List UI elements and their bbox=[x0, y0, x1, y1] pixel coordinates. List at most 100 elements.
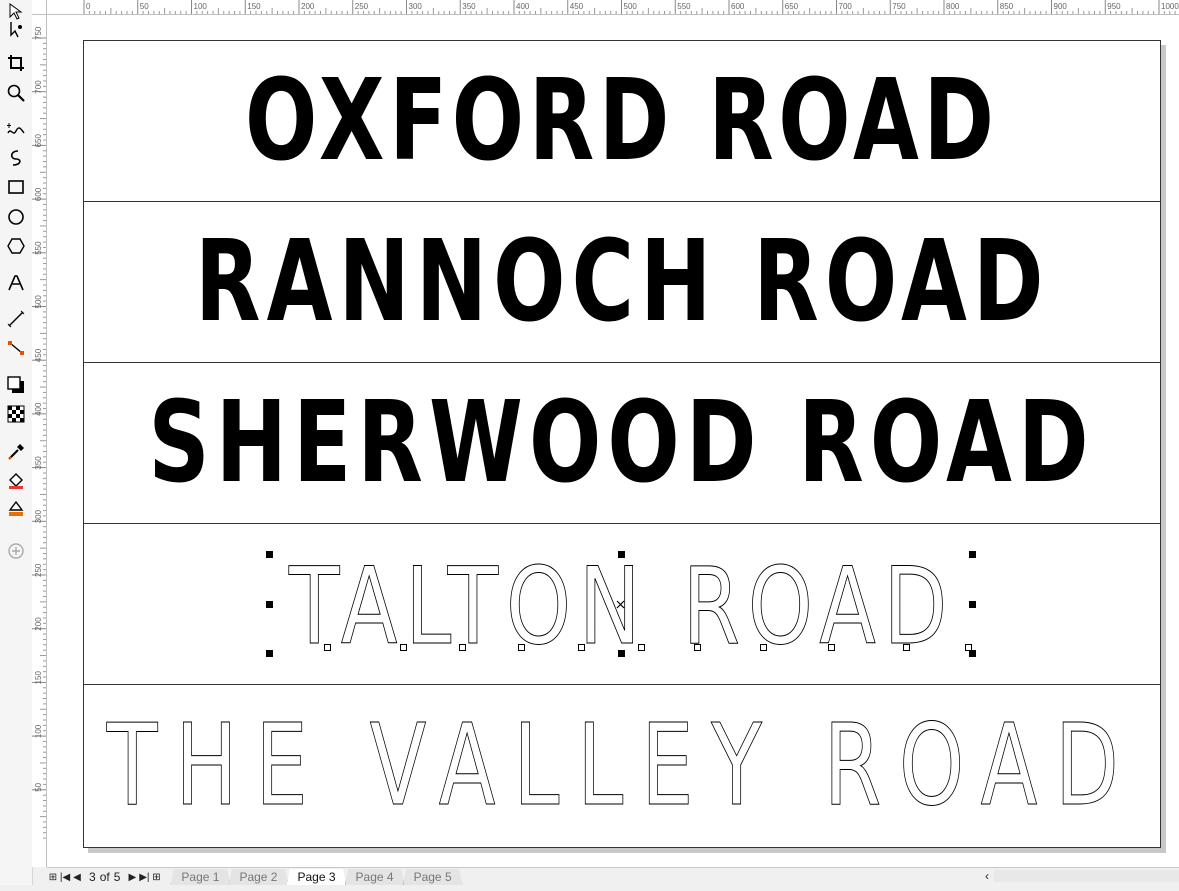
ruler-label: 50 bbox=[34, 782, 43, 791]
ruler-label: 350 bbox=[462, 2, 476, 11]
ruler-label: 300 bbox=[34, 509, 43, 523]
freehand-tool-icon[interactable] bbox=[5, 118, 27, 140]
toolbox bbox=[0, 0, 33, 891]
sign-band-1[interactable]: OXFORD ROAD bbox=[84, 41, 1160, 202]
selection-handle-top[interactable] bbox=[618, 551, 625, 558]
first-page-icon[interactable]: |◀ bbox=[59, 869, 71, 885]
ruler-label: 200 bbox=[34, 617, 43, 631]
glyph-node[interactable] bbox=[518, 644, 525, 651]
scroll-left-icon[interactable]: ‹ bbox=[980, 869, 994, 883]
rectangle-tool-icon[interactable] bbox=[5, 176, 27, 198]
ruler-label: 950 bbox=[1107, 2, 1121, 11]
sign-band-2[interactable]: RANNOCH ROAD bbox=[84, 202, 1160, 363]
tab-page-3[interactable]: Page 3 bbox=[286, 868, 347, 886]
ruler-label: 250 bbox=[355, 2, 369, 11]
page-counter: 3 of 5 bbox=[89, 870, 120, 884]
ruler-label: 400 bbox=[516, 2, 530, 11]
ruler-label: 400 bbox=[34, 402, 43, 416]
horizontal-ruler[interactable]: 0 50 100 150 200 250 300 350 400 450 500 550 600 650 7… bbox=[32, 0, 1179, 15]
crop-tool-icon[interactable] bbox=[5, 52, 27, 74]
sign-text[interactable]: THE VALLEY ROAD bbox=[107, 709, 1137, 822]
add-page-before-icon[interactable]: ⊞ bbox=[47, 869, 59, 885]
sign-text[interactable]: RANNOCH ROAD bbox=[195, 226, 1050, 338]
glyph-node[interactable] bbox=[324, 644, 331, 651]
dimension-tool-icon[interactable] bbox=[5, 308, 27, 330]
ruler-label: 750 bbox=[892, 2, 906, 11]
drop-shadow-icon[interactable] bbox=[5, 374, 27, 396]
horizontal-scrollbar[interactable] bbox=[994, 870, 1179, 882]
glyph-node[interactable] bbox=[638, 644, 645, 651]
document-page[interactable]: OXFORD ROAD RANNOCH ROAD SHERWOOD ROAD T… bbox=[83, 40, 1161, 848]
smart-fill-icon[interactable] bbox=[5, 497, 27, 519]
next-page-icon[interactable]: ▶ bbox=[126, 869, 138, 885]
last-page-icon[interactable]: ▶| bbox=[138, 869, 150, 885]
selection-handle-left[interactable] bbox=[266, 601, 273, 608]
connector-tool-icon[interactable] bbox=[5, 337, 27, 359]
current-page-number[interactable]: 3 bbox=[89, 870, 96, 884]
selection-handle-top-left[interactable] bbox=[266, 551, 273, 558]
artistic-media-icon[interactable] bbox=[5, 146, 27, 168]
ruler-label: 750 bbox=[34, 26, 43, 40]
add-page-after-icon[interactable]: ⊞ bbox=[150, 869, 162, 885]
ruler-label: 650 bbox=[785, 2, 799, 11]
sign-band-5[interactable]: THE VALLEY ROAD bbox=[84, 685, 1160, 846]
eyedropper-icon[interactable] bbox=[5, 441, 27, 463]
ruler-label: 500 bbox=[34, 295, 43, 309]
glyph-node[interactable] bbox=[965, 644, 972, 651]
ruler-label: 600 bbox=[34, 187, 43, 201]
zoom-tool-icon[interactable] bbox=[5, 82, 27, 104]
previous-page-icon[interactable]: ◀ bbox=[71, 869, 83, 885]
ruler-label: 650 bbox=[34, 134, 43, 148]
tab-page-5[interactable]: Page 5 bbox=[402, 868, 463, 886]
ruler-label: 250 bbox=[34, 563, 43, 577]
ruler-label: 550 bbox=[677, 2, 691, 11]
selection-handle-bottom-right[interactable] bbox=[969, 650, 976, 657]
transparency-icon[interactable] bbox=[5, 403, 27, 425]
ruler-label: 150 bbox=[34, 671, 43, 685]
sign-band-3[interactable]: SHERWOOD ROAD bbox=[84, 363, 1160, 524]
ruler-label: 450 bbox=[34, 348, 43, 362]
add-tool-icon[interactable] bbox=[5, 540, 27, 562]
selection-handle-right[interactable] bbox=[969, 601, 976, 608]
rotation-center-icon[interactable] bbox=[616, 600, 625, 609]
vertical-ruler[interactable]: 750 700 650 600 550 500 450 400 350 300 250 200 150 1… bbox=[32, 14, 47, 867]
ruler-origin[interactable] bbox=[32, 0, 47, 15]
selection-handle-bottom-left[interactable] bbox=[266, 650, 273, 657]
selection-handle-bottom[interactable] bbox=[618, 650, 625, 657]
tab-page-2[interactable]: Page 2 bbox=[228, 868, 289, 886]
ruler-label: 450 bbox=[570, 2, 584, 11]
ruler-label: 100 bbox=[194, 2, 208, 11]
ruler-label: 0 bbox=[86, 2, 91, 11]
ruler-label: 700 bbox=[839, 2, 853, 11]
ruler-label: 600 bbox=[731, 2, 745, 11]
glyph-node[interactable] bbox=[760, 644, 767, 651]
glyph-node[interactable] bbox=[459, 644, 466, 651]
text-tool-icon[interactable] bbox=[5, 272, 27, 294]
tab-page-1[interactable]: Page 1 bbox=[170, 868, 231, 886]
shape-tool-icon[interactable] bbox=[5, 18, 27, 40]
sign-text[interactable]: SHERWOOD ROAD bbox=[149, 387, 1095, 499]
vertical-ruler-scale: 750 700 650 600 550 500 450 400 350 300 250 200 150 1… bbox=[32, 26, 46, 839]
polygon-tool-icon[interactable] bbox=[5, 235, 27, 257]
glyph-node[interactable] bbox=[400, 644, 407, 651]
ruler-label: 800 bbox=[946, 2, 960, 11]
sign-text[interactable]: OXFORD ROAD bbox=[245, 65, 999, 177]
tab-page-4[interactable]: Page 4 bbox=[344, 868, 405, 886]
ruler-label: 1000 bbox=[1161, 2, 1179, 11]
interactive-fill-icon[interactable] bbox=[5, 469, 27, 491]
glyph-node[interactable] bbox=[694, 644, 701, 651]
glyph-node[interactable] bbox=[903, 644, 910, 651]
glyph-node[interactable] bbox=[578, 644, 585, 651]
ruler-label: 900 bbox=[1054, 2, 1068, 11]
bottom-toolbar-strip bbox=[0, 885, 1179, 891]
ruler-label: 550 bbox=[34, 241, 43, 255]
selection-handle-top-right[interactable] bbox=[969, 551, 976, 558]
ruler-label: 50 bbox=[140, 2, 149, 11]
page-of-label: of bbox=[99, 870, 110, 884]
ruler-label: 350 bbox=[34, 456, 43, 470]
ruler-label: 850 bbox=[1000, 2, 1014, 11]
ellipse-tool-icon[interactable] bbox=[5, 206, 27, 228]
ruler-label: 100 bbox=[34, 724, 43, 738]
horizontal-ruler-scale: 0 50 100 150 200 250 300 350 400 450 500 550 600 650 7… bbox=[83, 0, 1179, 14]
glyph-node[interactable] bbox=[828, 644, 835, 651]
